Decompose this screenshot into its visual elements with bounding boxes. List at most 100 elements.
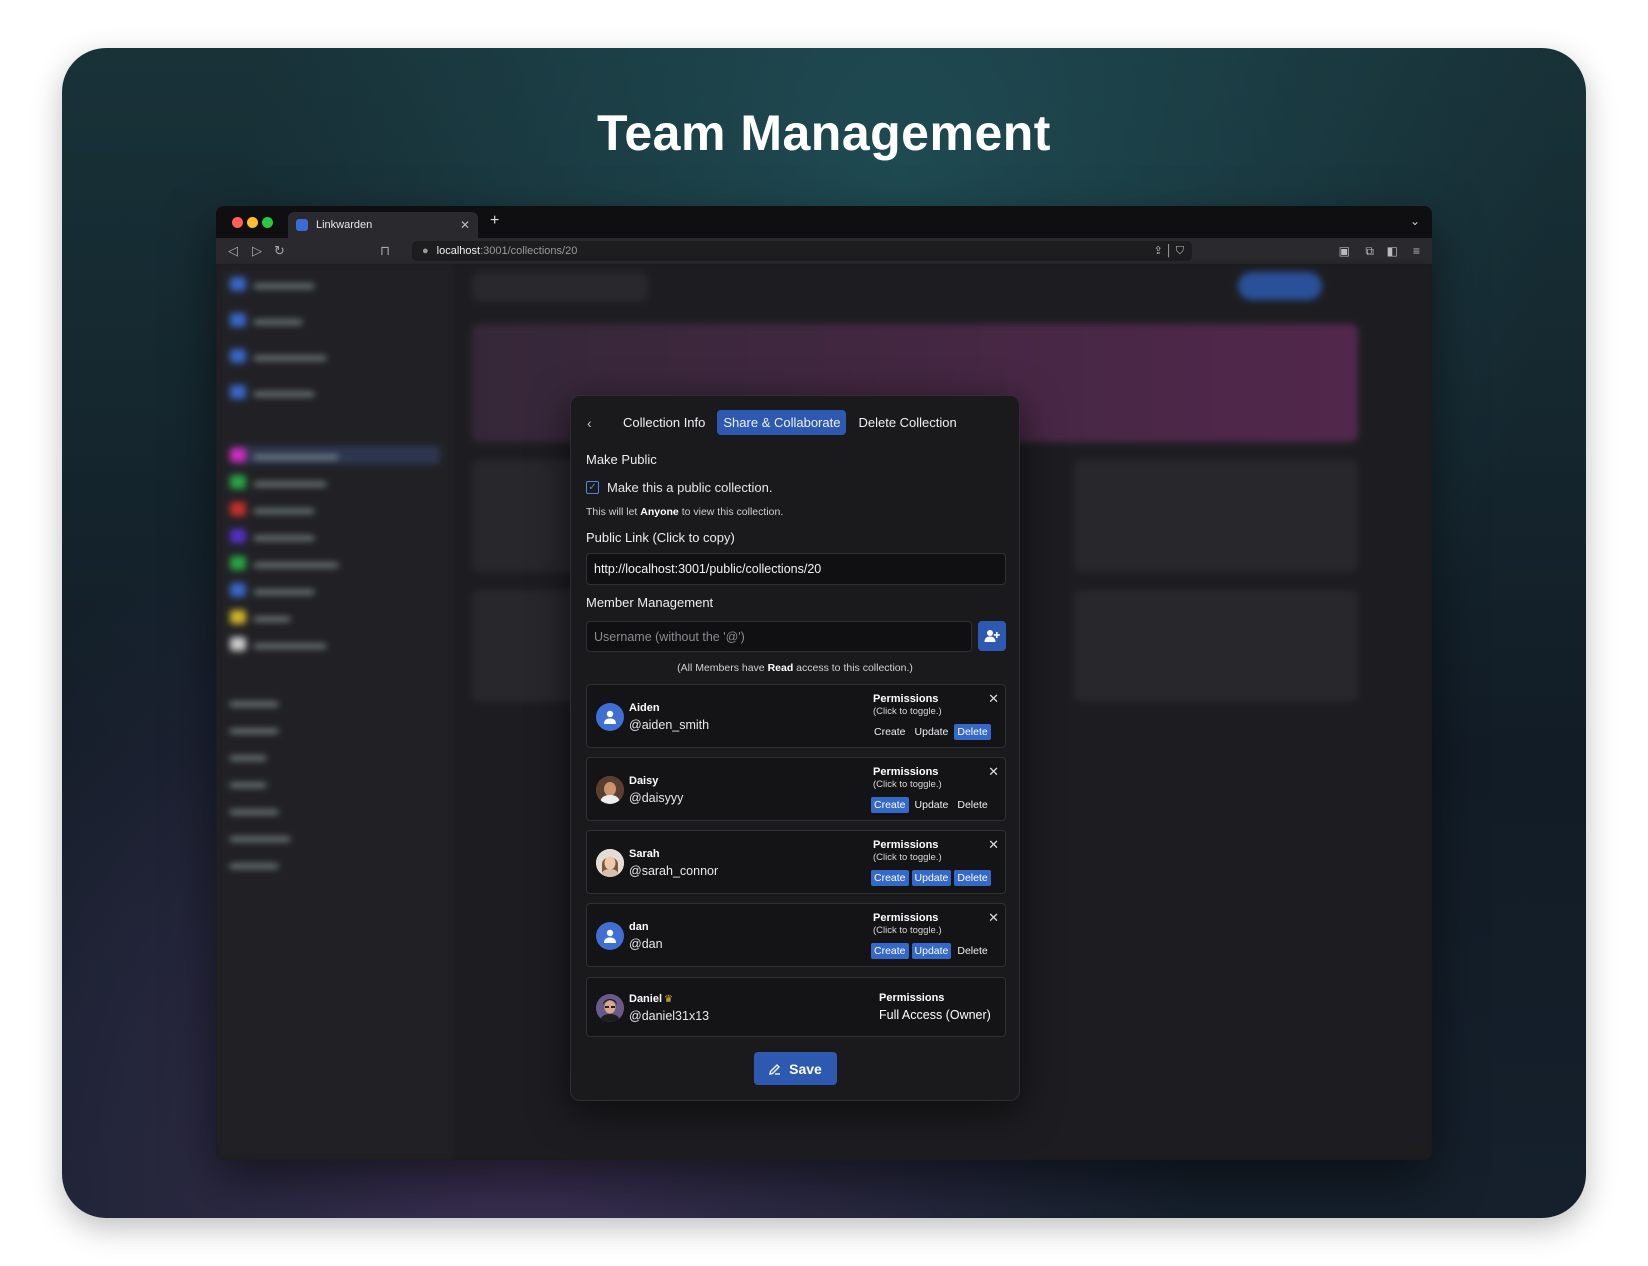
member-username: @aiden_smith <box>629 718 710 732</box>
member-permissions: Permissions (Click to toggle.) Create Up… <box>871 766 991 813</box>
back-arrow-icon[interactable]: ◁ <box>228 243 238 259</box>
public-note: This will let Anyone to view this collec… <box>586 506 784 518</box>
address-bar[interactable]: ● localhost:3001/collections/20 ⇪ │ ⛉ <box>412 241 1192 261</box>
save-button-label: Save <box>789 1060 822 1077</box>
daisy-avatar <box>596 776 624 804</box>
remove-member-icon[interactable]: ✕ <box>988 691 999 707</box>
member-row: dan @dan Permissions (Click to toggle.) … <box>586 903 1006 967</box>
permissions-title: Permissions <box>873 912 939 924</box>
member-username: @sarah_connor <box>629 864 719 878</box>
perm-update-toggle[interactable]: Update <box>911 943 952 959</box>
browser-tabbar: Linkwarden ✕ + ⌄ <box>216 206 1432 238</box>
hero-background: Team Management Linkwarden ✕ + ⌄ ◁ ▷ ↻ ⊓… <box>62 48 1586 1218</box>
browser-tab-title: Linkwarden <box>316 219 373 231</box>
tab-delete-collection[interactable]: Delete Collection <box>852 410 962 435</box>
new-tab-icon[interactable]: + <box>490 212 499 230</box>
crown-icon: ♛ <box>664 994 673 1005</box>
perm-delete-toggle[interactable]: Delete <box>954 724 991 740</box>
user-plus-icon <box>984 630 1000 642</box>
bookmark-icon[interactable]: ⊓ <box>380 243 390 259</box>
permissions-hint: (Click to toggle.) <box>873 925 942 936</box>
permissions-title: Permissions <box>873 693 939 705</box>
url-path: :3001/collections/20 <box>480 245 578 257</box>
sarah-avatar <box>596 849 624 877</box>
share-icon[interactable]: ⇪ │ ⛉ <box>1154 244 1184 258</box>
tab-collection-info[interactable]: Collection Info <box>617 410 711 435</box>
default-avatar-icon <box>596 703 624 731</box>
public-checkbox-label[interactable]: Make this a public collection. <box>607 480 772 495</box>
tab-share-collaborate[interactable]: Share & Collaborate <box>717 410 847 435</box>
member-management-label: Member Management <box>586 595 714 610</box>
perm-create-toggle[interactable]: Create <box>871 724 909 740</box>
app-area: ▬▬▬▬▬ ▬▬▬▬ ▬▬▬▬▬▬ ▬▬▬▬▬ ▬▬▬▬▬▬▬ ▬▬▬▬▬▬ ▬… <box>216 264 1432 1160</box>
public-checkbox-row[interactable]: ✓ Make this a public collection. <box>586 480 772 495</box>
member-permissions: Permissions (Click to toggle.) Create Up… <box>871 912 991 959</box>
perm-update-toggle[interactable]: Update <box>912 797 952 813</box>
perm-update-toggle[interactable]: Update <box>912 724 952 740</box>
permissions-hint: (Click to toggle.) <box>873 706 942 717</box>
owner-name-row: Daniel ♛ <box>629 993 673 1005</box>
url-host: localhost <box>436 245 481 257</box>
perm-update-toggle[interactable]: Update <box>911 870 952 886</box>
browser-tab[interactable]: Linkwarden ✕ <box>288 212 478 238</box>
make-public-label: Make Public <box>586 452 657 467</box>
permissions-hint: (Click to toggle.) <box>873 779 942 790</box>
public-link-field[interactable]: http://localhost:3001/public/collections… <box>586 553 1006 585</box>
permissions-title: Permissions <box>879 992 945 1004</box>
sidebar-blurred: ▬▬▬▬▬ ▬▬▬▬ ▬▬▬▬▬▬ ▬▬▬▬▬ ▬▬▬▬▬▬▬ ▬▬▬▬▬▬ ▬… <box>216 264 456 1160</box>
remove-member-icon[interactable]: ✕ <box>988 764 999 780</box>
permissions-hint: (Click to toggle.) <box>873 852 942 863</box>
member-name: Daisy <box>629 775 659 787</box>
member-row: Aiden @aiden_smith Permissions (Click to… <box>586 684 1006 748</box>
member-row: Sarah @sarah_connor Permissions (Click t… <box>586 830 1006 894</box>
perm-delete-toggle[interactable]: Delete <box>954 943 990 959</box>
chevron-down-icon[interactable]: ⌄ <box>1410 214 1420 228</box>
owner-name: Daniel <box>629 993 663 1005</box>
puzzle-icon[interactable]: ⧉ <box>1365 244 1374 259</box>
members-read-note: (All Members have Read access to this co… <box>677 662 913 674</box>
hero-title: Team Management <box>597 105 1051 161</box>
save-button[interactable]: Save <box>754 1052 837 1085</box>
extension-icon[interactable]: ▣ <box>1339 244 1350 258</box>
perm-delete-toggle[interactable]: Delete <box>954 797 990 813</box>
member-row: Daisy @daisyyy Permissions (Click to tog… <box>586 757 1006 821</box>
close-window-icon[interactable] <box>232 217 243 228</box>
sidebar-toggle-icon[interactable]: ◧ <box>1387 244 1398 258</box>
member-name: Aiden <box>629 702 660 714</box>
modal-tabs: ‹ Collection Info Share & Collaborate De… <box>587 410 963 435</box>
public-link-label: Public Link (Click to copy) <box>586 530 735 545</box>
permissions-title: Permissions <box>873 839 939 851</box>
site-info-icon[interactable]: ● <box>422 245 429 257</box>
member-name: Sarah <box>629 848 660 860</box>
linkwarden-favicon-icon <box>296 219 308 231</box>
minimize-window-icon[interactable] <box>247 217 258 228</box>
share-collaborate-modal: ‹ Collection Info Share & Collaborate De… <box>570 395 1020 1101</box>
owner-permissions: Permissions Full Access (Owner) <box>879 992 991 1022</box>
owner-username: @daniel31x13 <box>629 1009 710 1023</box>
remove-member-icon[interactable]: ✕ <box>988 910 999 926</box>
browser-toolbar: ◁ ▷ ↻ ⊓ ● localhost:3001/collections/20 … <box>216 238 1432 264</box>
perm-create-toggle[interactable]: Create <box>871 797 909 813</box>
perm-create-toggle[interactable]: Create <box>871 943 909 959</box>
maximize-window-icon[interactable] <box>262 217 273 228</box>
member-username: @daisyyy <box>629 791 684 805</box>
menu-icon[interactable]: ≡ <box>1413 244 1420 258</box>
daniel-avatar <box>596 994 624 1022</box>
member-username: @dan <box>629 937 663 951</box>
public-checkbox[interactable]: ✓ <box>586 481 599 494</box>
back-chevron-icon[interactable]: ‹ <box>587 415 611 431</box>
member-permissions: Permissions (Click to toggle.) Create Up… <box>871 839 991 886</box>
permissions-title: Permissions <box>873 766 939 778</box>
owner-row: Daniel ♛ @daniel31x13 Permissions Full Ac… <box>586 977 1006 1037</box>
username-input[interactable] <box>586 621 972 652</box>
owner-permissions-value: Full Access (Owner) <box>879 1008 991 1022</box>
perm-delete-toggle[interactable]: Delete <box>954 870 991 886</box>
close-tab-icon[interactable]: ✕ <box>460 218 470 232</box>
forward-arrow-icon[interactable]: ▷ <box>252 243 262 259</box>
member-name: dan <box>629 921 649 933</box>
reload-icon[interactable]: ↻ <box>274 243 285 259</box>
add-member-button[interactable] <box>978 621 1006 651</box>
remove-member-icon[interactable]: ✕ <box>988 837 999 853</box>
perm-create-toggle[interactable]: Create <box>871 870 909 886</box>
browser-window: Linkwarden ✕ + ⌄ ◁ ▷ ↻ ⊓ ● localhost:300… <box>216 206 1432 1160</box>
